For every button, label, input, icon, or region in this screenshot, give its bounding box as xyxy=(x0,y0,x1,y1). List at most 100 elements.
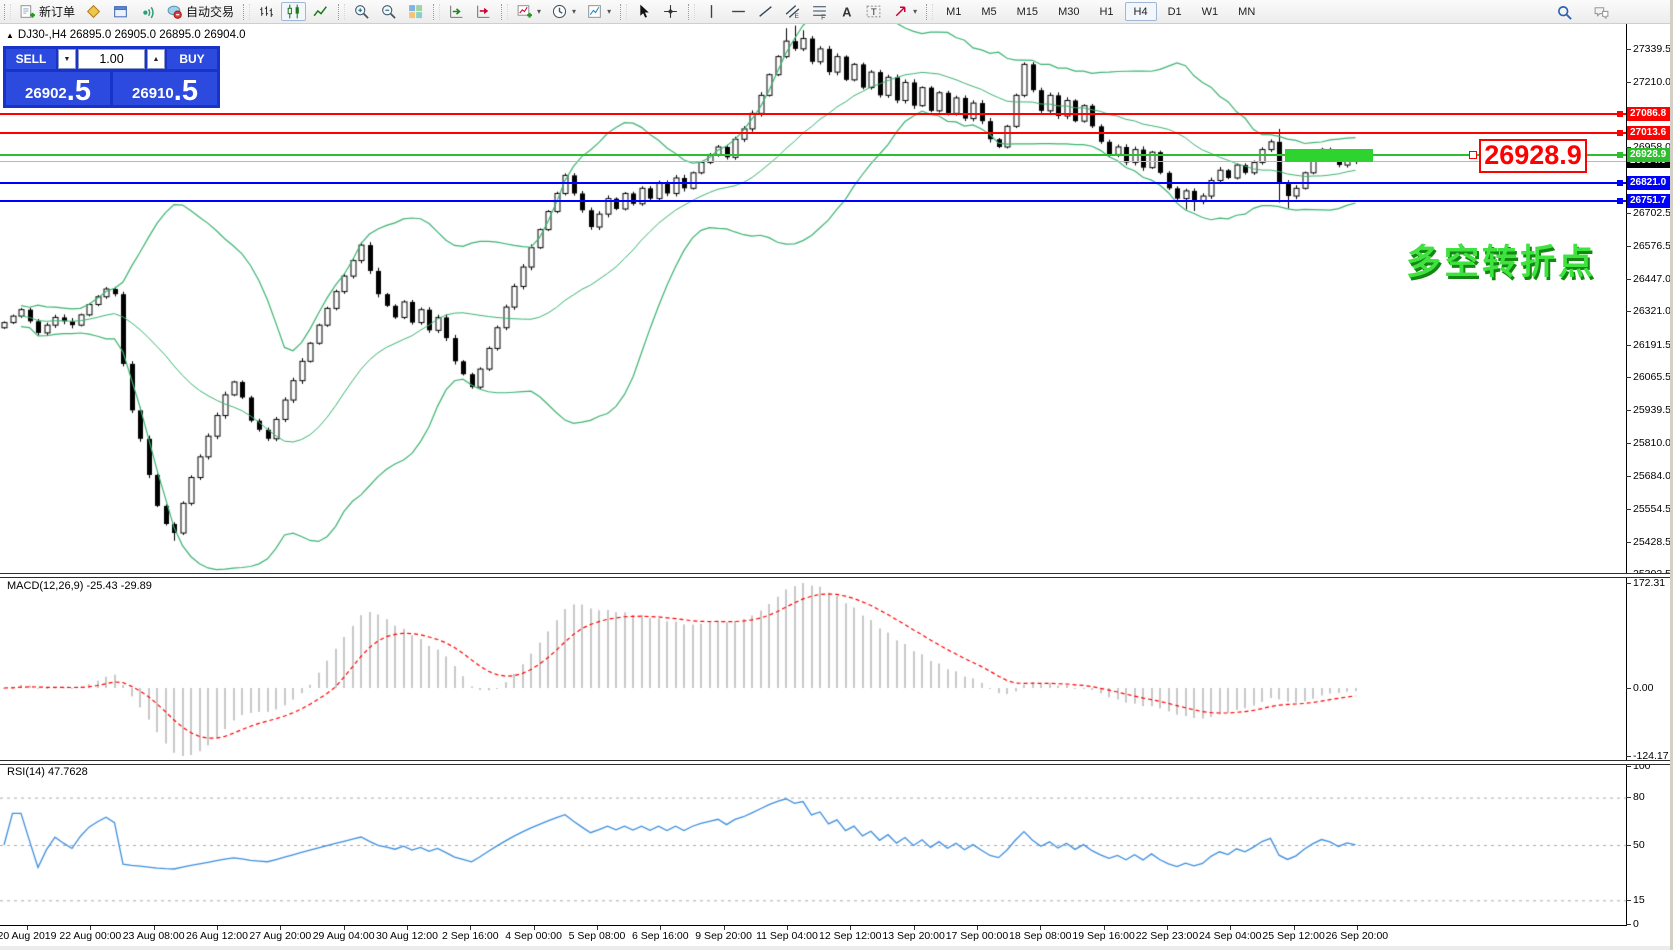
time-axis-tick xyxy=(344,926,345,930)
zoom-out-button[interactable] xyxy=(376,2,401,21)
indicators-button[interactable]: ▾ xyxy=(512,2,545,21)
timeframe-w1[interactable]: W1 xyxy=(1193,2,1228,21)
price-line-badge: 26928.9 xyxy=(1627,148,1673,162)
cursor-button[interactable] xyxy=(631,2,656,21)
periods-button[interactable]: ▾ xyxy=(547,2,580,21)
price-line-badge: 26821.0 xyxy=(1627,176,1673,190)
data-window-button[interactable] xyxy=(108,2,133,21)
candlestick-chart-button[interactable] xyxy=(281,2,306,21)
search-button[interactable] xyxy=(1552,3,1577,22)
volume-input[interactable]: 1.00 xyxy=(78,49,145,69)
hline-27013.6[interactable] xyxy=(0,132,1626,134)
hline-27086.8[interactable] xyxy=(0,113,1626,115)
timeframe-m1[interactable]: M1 xyxy=(937,2,970,21)
price-axis-tick xyxy=(1626,246,1631,247)
arrows-button[interactable]: ▾ xyxy=(888,2,921,21)
timeframe-d1[interactable]: D1 xyxy=(1159,2,1191,21)
hline-26928.9[interactable] xyxy=(0,154,1626,156)
signals-button[interactable] xyxy=(135,2,160,21)
buy-price-button[interactable]: 26910.5 xyxy=(113,72,217,105)
time-axis-label: 4 Sep 00:00 xyxy=(505,930,562,942)
fibonacci-button[interactable]: F xyxy=(807,2,832,21)
highlight-rect[interactable] xyxy=(1285,149,1373,162)
hline-icon xyxy=(730,3,747,20)
channel-icon: E xyxy=(784,3,801,20)
timeframe-m15[interactable]: M15 xyxy=(1008,2,1047,21)
price-axis-label: 25554.5 xyxy=(1633,503,1671,515)
line-anchor[interactable] xyxy=(1617,198,1623,204)
svg-text:T: T xyxy=(871,7,877,18)
one-click-trade-panel: SELL ▼ 1.00 ▲ BUY 26902.5 26910.5 xyxy=(3,46,220,108)
indicators-icon xyxy=(516,3,533,20)
zoom-in-icon xyxy=(353,3,370,20)
time-axis-tick xyxy=(1167,926,1168,930)
line-anchor[interactable] xyxy=(1617,152,1623,158)
equidistant-channel-button[interactable]: E xyxy=(780,2,805,21)
timeframe-mn-label: MN xyxy=(1233,4,1260,20)
textlabel-icon: T xyxy=(865,3,882,20)
price-axis-label: 27210.0 xyxy=(1633,76,1671,88)
auto-scroll-icon xyxy=(448,3,465,20)
collapse-icon[interactable]: ▲ xyxy=(6,31,14,40)
timeframe-mn[interactable]: MN xyxy=(1229,2,1264,21)
tile-windows-button[interactable] xyxy=(403,2,428,21)
time-axis-label: 22 Sep 23:00 xyxy=(1136,930,1198,942)
timeframe-m30[interactable]: M30 xyxy=(1049,2,1088,21)
rsi-panel-canvas[interactable] xyxy=(0,765,1626,926)
line-anchor[interactable] xyxy=(1617,180,1623,186)
sell-button[interactable]: SELL xyxy=(6,49,56,69)
time-axis-tick xyxy=(1040,926,1041,930)
bar-chart-button[interactable] xyxy=(254,2,279,21)
time-axis-tick xyxy=(534,926,535,930)
macd-axis-tick xyxy=(1626,583,1631,584)
symbol-ohlc-text: DJ30-,H4 26895.0 26905.0 26895.0 26904.0 xyxy=(18,29,246,41)
vertical-line-button[interactable] xyxy=(699,2,724,21)
macd-panel-canvas[interactable] xyxy=(0,578,1626,760)
volume-increase-button[interactable]: ▲ xyxy=(147,49,165,69)
timeframe-h1-label: H1 xyxy=(1094,4,1118,20)
price-axis-tick xyxy=(1626,345,1631,346)
text-button[interactable]: A xyxy=(834,2,859,21)
horizontal-line-button[interactable] xyxy=(726,2,751,21)
rsi-axis-label: 50 xyxy=(1633,839,1645,851)
time-axis-label: 6 Sep 16:00 xyxy=(632,930,689,942)
price-axis-tick xyxy=(1626,213,1631,214)
buy-button[interactable]: BUY xyxy=(167,49,217,69)
line-anchor[interactable] xyxy=(1469,151,1477,159)
rsi-axis-label: 15 xyxy=(1633,894,1645,906)
price-callout-label[interactable]: 26928.9 xyxy=(1479,139,1587,173)
sell-price-button[interactable]: 26902.5 xyxy=(6,72,110,105)
trendline-button[interactable] xyxy=(753,2,778,21)
auto-scroll-button[interactable] xyxy=(444,2,469,21)
volume-decrease-button[interactable]: ▼ xyxy=(58,49,76,69)
search-icon xyxy=(1556,4,1573,21)
timeframe-h4[interactable]: H4 xyxy=(1125,2,1157,21)
market-watch-button[interactable] xyxy=(81,2,106,21)
symbol-header[interactable]: ▲ DJ30-,H4 26895.0 26905.0 26895.0 26904.… xyxy=(6,29,246,41)
time-axis-label: 9 Sep 20:00 xyxy=(695,930,752,942)
timeframe-h1[interactable]: H1 xyxy=(1090,2,1122,21)
zoom-in-button[interactable] xyxy=(349,2,374,21)
chart-shift-icon xyxy=(475,3,492,20)
autotrading-button[interactable]: 自动交易 xyxy=(162,2,238,21)
timeframe-m5[interactable]: M5 xyxy=(972,2,1005,21)
templates-button[interactable]: ▾ xyxy=(582,2,615,21)
toolbar-group-separator xyxy=(433,4,440,20)
price-axis-label: 26576.5 xyxy=(1633,240,1671,252)
panel-splitter[interactable] xyxy=(0,760,1673,765)
chat-button[interactable] xyxy=(1589,3,1614,22)
text-label-button[interactable]: T xyxy=(861,2,886,21)
line-chart-button[interactable] xyxy=(308,2,333,21)
panel-splitter[interactable] xyxy=(0,573,1673,578)
crosshair-button[interactable] xyxy=(658,2,683,21)
chart-shift-button[interactable] xyxy=(471,2,496,21)
line-anchor[interactable] xyxy=(1617,111,1623,117)
hline-26821.0[interactable] xyxy=(0,182,1626,184)
main-chart-canvas[interactable] xyxy=(0,24,1626,573)
time-axis-tick xyxy=(1104,926,1105,930)
new-order-button[interactable]: 新订单 xyxy=(15,2,79,21)
hline-26751.7[interactable] xyxy=(0,200,1626,202)
time-axis-label: 27 Aug 20:00 xyxy=(249,930,311,942)
line-anchor[interactable] xyxy=(1617,130,1623,136)
price-axis-label: 27339.5 xyxy=(1633,43,1671,55)
